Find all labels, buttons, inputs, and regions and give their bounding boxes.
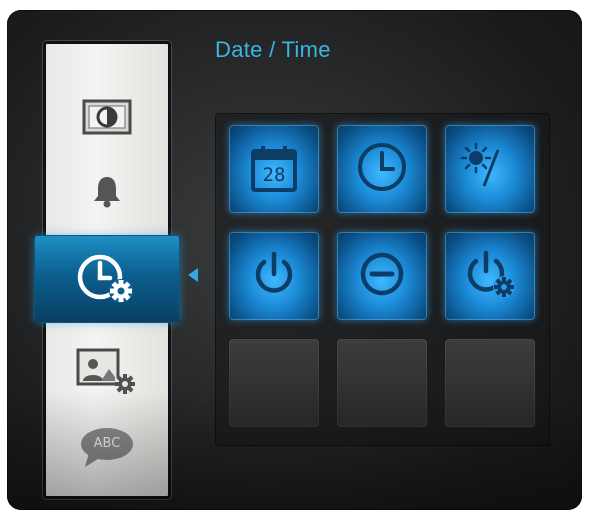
abc-speech-bubble-icon: ABC [79, 425, 135, 469]
tile-empty [229, 339, 319, 427]
selection-arrow-icon [188, 268, 198, 282]
calendar-day: 28 [262, 164, 286, 186]
tile-power-off[interactable] [337, 232, 427, 320]
tile-time[interactable] [337, 125, 427, 213]
picture-gear-icon [75, 347, 139, 397]
clock-gear-icon [74, 251, 140, 307]
sidebar-item-brightness[interactable] [46, 82, 168, 152]
sidebar-item-datetime[interactable] [35, 236, 179, 322]
day-night-icon [460, 142, 520, 197]
bell-icon [92, 174, 122, 208]
tile-empty [337, 339, 427, 427]
page-title: Date / Time [215, 37, 331, 62]
settings-screen: Date / Time ABC 28 [7, 10, 582, 510]
power-gear-icon [462, 247, 518, 306]
language-label: ABC [93, 436, 121, 451]
calendar-icon: 28 [249, 144, 299, 194]
power-on-icon [248, 248, 300, 305]
option-grid: 28 [216, 114, 549, 445]
tile-empty [445, 339, 535, 427]
brightness-contrast-icon [82, 99, 132, 135]
tile-power-on[interactable] [229, 232, 319, 320]
settings-sidebar: ABC [35, 41, 179, 499]
power-off-icon [356, 248, 408, 305]
sidebar-item-picture-settings[interactable] [46, 337, 168, 407]
clock-icon [356, 141, 408, 198]
tile-power-settings[interactable] [445, 232, 535, 320]
sidebar-item-alarm[interactable] [46, 156, 168, 226]
tile-date[interactable]: 28 [229, 125, 319, 213]
sidebar-item-language[interactable]: ABC [46, 412, 168, 482]
tile-day-night[interactable] [445, 125, 535, 213]
